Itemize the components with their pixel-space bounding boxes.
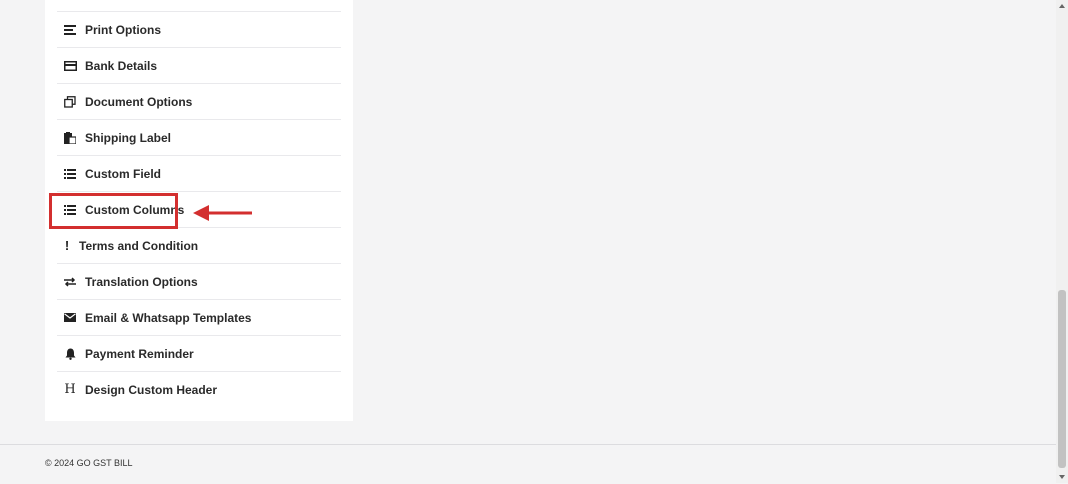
credit-card-icon [63,59,77,73]
menu-item-label: Payment Reminder [85,346,194,361]
page-footer: © 2024 GO GST BILL [0,444,1056,484]
clipboard-icon [63,131,77,145]
menu-item-custom-field[interactable]: Custom Field [57,155,341,191]
scrollbar-thumb[interactable] [1058,290,1066,468]
menu-item-label: Print Options [85,22,161,37]
exclamation-icon: ! [64,238,70,253]
menu-item-label: Shipping Label [85,130,171,145]
menu-item-shipping-label[interactable]: Shipping Label [57,119,341,155]
menu-item-label: Translation Options [85,274,198,289]
menu-item-email-whatsapp-templates[interactable]: Email & Whatsapp Templates [57,299,341,335]
align-left-icon [63,23,77,37]
menu-item-document-options[interactable]: Document Options [57,83,341,119]
exchange-icon [63,275,77,289]
header-icon: H [64,382,76,397]
pointer-arrow [193,205,252,221]
menu-item-bank-details[interactable]: Bank Details [57,47,341,83]
list-icon [63,167,77,181]
menu-item-label: Terms and Condition [79,238,199,253]
copy-icon [63,95,77,109]
menu-item-label: Custom Field [85,166,162,181]
menu-item-label: Design Custom Header [85,382,218,397]
copyright-text: © 2024 GO GST BILL [45,458,133,468]
bell-icon [63,347,77,361]
menu-item-print-options[interactable]: Print Options [57,11,341,47]
scroll-up-arrow-icon[interactable] [1056,0,1068,12]
menu-item-terms-and-condition[interactable]: ! Terms and Condition [57,227,341,263]
menu-item-label: Document Options [85,94,193,109]
vertical-scrollbar[interactable] [1056,0,1068,483]
scroll-down-arrow-icon[interactable] [1056,471,1068,483]
envelope-icon [63,311,77,325]
menu-item-design-custom-header[interactable]: H Design Custom Header [57,371,341,407]
menu-item-label: Bank Details [85,58,158,73]
menu-item-label: Email & Whatsapp Templates [85,310,252,325]
menu-item-payment-reminder[interactable]: Payment Reminder [57,335,341,371]
highlight-box [49,193,178,229]
menu-item-translation-options[interactable]: Translation Options [57,263,341,299]
